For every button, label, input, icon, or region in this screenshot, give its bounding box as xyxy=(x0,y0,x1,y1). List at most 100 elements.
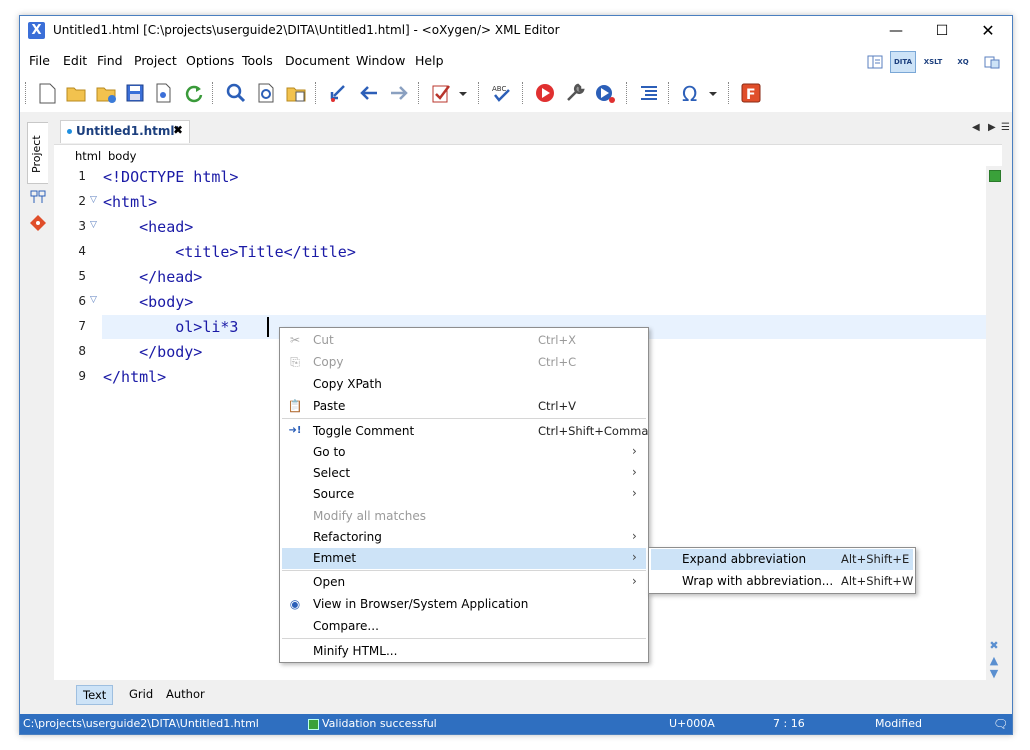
menu-item-label: Source xyxy=(313,487,355,501)
menu-file[interactable]: File xyxy=(29,53,50,68)
save-all-icon[interactable] xyxy=(152,82,174,104)
tab-author[interactable]: Author xyxy=(160,685,211,703)
insert-symbol-icon[interactable]: Ω xyxy=(680,82,702,104)
apply-scenarios-icon[interactable] xyxy=(594,82,616,104)
status-bar: C:\projects\userguide2\DITA\Untitled1.ht… xyxy=(20,714,1012,734)
menu-options[interactable]: Options xyxy=(186,53,234,68)
open-url-icon[interactable] xyxy=(95,82,117,104)
validate-icon[interactable] xyxy=(431,82,453,104)
maximize-button[interactable]: ☐ xyxy=(919,16,965,46)
search-folder-icon[interactable] xyxy=(285,82,307,104)
prev-marker-icon[interactable]: ▲ xyxy=(988,655,1000,667)
menu-item-toggle-comment[interactable]: ➜! Toggle Comment Ctrl+Shift+Comma xyxy=(282,421,649,442)
fold-icon[interactable]: ▽ xyxy=(90,195,97,205)
menu-item-shortcut: Ctrl+X xyxy=(538,333,576,347)
tab-prev-icon[interactable]: ◀ xyxy=(972,122,980,133)
tab-text[interactable]: Text xyxy=(76,685,114,705)
menu-edit[interactable]: Edit xyxy=(63,53,87,68)
dita-perspective-icon[interactable]: DITA xyxy=(890,51,916,73)
toolbar-separator xyxy=(212,82,214,104)
project-view-tab[interactable]: Project xyxy=(27,122,48,184)
menu-separator xyxy=(282,418,646,419)
fold-icon[interactable]: ▽ xyxy=(90,295,97,305)
menu-document[interactable]: Document xyxy=(285,53,350,68)
editor-perspective-icon[interactable] xyxy=(862,51,888,73)
menu-item-go-to[interactable]: Go to › xyxy=(282,442,646,463)
submenu-arrow-icon: › xyxy=(632,550,637,564)
menu-item-minify-html[interactable]: Minify HTML... xyxy=(282,641,646,662)
status-caret-position: 7 : 16 xyxy=(773,717,805,730)
menu-item-label: Copy xyxy=(313,355,344,369)
code-line: <!DOCTYPE html> xyxy=(103,168,239,186)
messages-icon[interactable]: 🗨 xyxy=(993,717,1008,731)
menu-item-wrap-with-abbreviation[interactable]: Wrap with abbreviation... Alt+Shift+W xyxy=(651,571,913,592)
new-file-icon[interactable] xyxy=(36,82,58,104)
menu-item-compare[interactable]: Compare... xyxy=(282,616,646,637)
toolbar-separator xyxy=(418,82,420,104)
save-icon[interactable] xyxy=(124,82,146,104)
submenu-arrow-icon: › xyxy=(632,444,637,458)
database-perspective-icon[interactable] xyxy=(979,51,1005,73)
menu-item-label: Expand abbreviation xyxy=(682,552,807,566)
menu-item-label: Modify all matches xyxy=(313,509,426,523)
select-element-icon[interactable] xyxy=(328,82,350,104)
next-marker-icon[interactable]: ▼ xyxy=(988,668,1000,680)
symbol-dropdown-icon[interactable] xyxy=(706,82,720,104)
spell-check-icon[interactable]: ABC xyxy=(491,82,513,104)
status-validation[interactable]: Validation successful xyxy=(322,717,437,730)
open-folder-icon[interactable] xyxy=(65,82,87,104)
forward-arrow-icon[interactable] xyxy=(388,82,410,104)
menu-item-select[interactable]: Select › xyxy=(282,463,646,484)
run-transformation-icon[interactable] xyxy=(534,82,556,104)
menu-item-paste[interactable]: 📋 Paste Ctrl+V xyxy=(282,396,646,417)
menu-item-open[interactable]: Open › xyxy=(282,572,646,593)
breadcrumb-item[interactable]: body xyxy=(108,149,136,163)
tab-untitled1[interactable]: Untitled1.html* ✖ xyxy=(60,120,190,143)
line-number: 1 xyxy=(78,169,86,183)
breadcrumb-item[interactable]: html xyxy=(75,149,101,163)
reload-icon[interactable] xyxy=(183,82,205,104)
tab-grid[interactable]: Grid xyxy=(123,685,159,703)
fold-icon[interactable]: ▽ xyxy=(90,220,97,230)
line-number: 6 xyxy=(78,294,86,308)
line-number: 8 xyxy=(78,344,86,358)
tab-list-icon[interactable]: ☰ xyxy=(1001,122,1010,133)
find-icon[interactable] xyxy=(225,82,247,104)
menu-item-label: Select xyxy=(313,466,351,480)
find-in-files-icon[interactable] xyxy=(255,82,277,104)
xquery-debugger-icon[interactable]: XQ xyxy=(950,51,976,73)
validation-status-icon xyxy=(308,719,319,730)
menu-tools[interactable]: Tools xyxy=(242,53,273,68)
menu-item-copy[interactable]: ⎘ Copy Ctrl+C xyxy=(282,352,646,373)
menu-item-expand-abbreviation[interactable]: Expand abbreviation Alt+Shift+E xyxy=(651,549,913,570)
back-arrow-icon[interactable] xyxy=(358,82,380,104)
menu-item-copy-xpath[interactable]: Copy XPath xyxy=(282,374,646,395)
minimize-button[interactable]: — xyxy=(873,16,919,46)
menu-project[interactable]: Project xyxy=(134,53,177,68)
close-window-button[interactable]: ✕ xyxy=(965,16,1011,46)
line-number: 3 xyxy=(78,219,86,233)
menu-find[interactable]: Find xyxy=(97,53,123,68)
format-indent-icon[interactable] xyxy=(638,82,660,104)
project-tree-icon[interactable] xyxy=(30,190,46,206)
error-marker-icon[interactable]: ✖ xyxy=(988,640,1000,652)
configure-transformation-icon[interactable] xyxy=(564,82,586,104)
menu-item-emmet[interactable]: Emmet › xyxy=(282,548,646,569)
git-icon[interactable] xyxy=(29,214,47,232)
validation-ok-icon xyxy=(989,170,1001,182)
menu-item-source[interactable]: Source › xyxy=(282,484,646,505)
tab-next-icon[interactable]: ▶ xyxy=(988,122,996,133)
menu-item-view-in-browser[interactable]: ◉ View in Browser/System Application xyxy=(282,594,646,615)
menu-item-modify-all-matches[interactable]: Modify all matches xyxy=(282,506,646,527)
cut-icon: ✂ xyxy=(289,333,301,347)
validate-dropdown-icon[interactable] xyxy=(456,82,470,104)
menu-help[interactable]: Help xyxy=(415,53,444,68)
menu-item-refactoring[interactable]: Refactoring › xyxy=(282,527,646,548)
menu-window[interactable]: Window xyxy=(356,53,405,68)
menu-item-cut[interactable]: ✂ Cut Ctrl+X xyxy=(282,330,646,351)
close-tab-icon[interactable]: ✖ xyxy=(173,123,183,137)
framework-icon[interactable]: F xyxy=(740,82,762,104)
vertical-scrollbar[interactable]: ✖ ▲ ▼ xyxy=(986,166,1002,680)
xslt-debugger-icon[interactable]: XSLT xyxy=(920,51,946,73)
menu-item-label: Open xyxy=(313,575,346,589)
